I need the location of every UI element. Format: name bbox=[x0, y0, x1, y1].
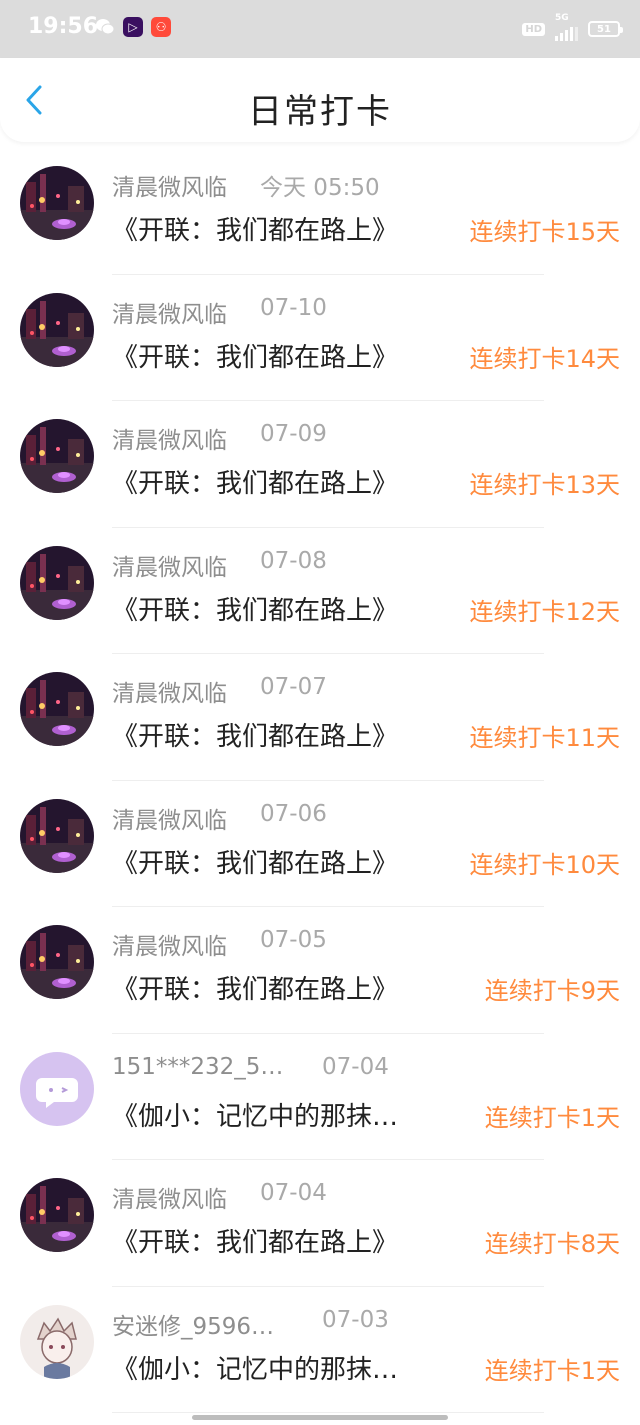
user-name: 清晨微风临 bbox=[112, 428, 227, 454]
book-title: 《开联：我们都在路上》 bbox=[112, 848, 399, 879]
user-name: 清晨微风临 bbox=[112, 807, 227, 834]
checkin-time: 07-06 bbox=[260, 800, 327, 827]
network-label: 5G bbox=[555, 13, 569, 23]
streak-label: 连续打卡1天 bbox=[484, 1103, 620, 1132]
checkin-time: 07-10 bbox=[260, 294, 327, 321]
checkin-row[interactable]: 安迷修_9596… 07-03 《伽小：记忆中的那抹… 连续打卡1天 bbox=[0, 1287, 640, 1413]
streak-label: 连续打卡15天 bbox=[469, 218, 620, 246]
user-avatar[interactable] bbox=[20, 545, 94, 620]
status-bar: 19:56 ▷ ⚇ HD 5G 51 bbox=[0, 0, 640, 58]
user-avatar[interactable] bbox=[20, 925, 94, 999]
book-title: 《开联：我们都在路上》 bbox=[112, 342, 399, 373]
row-divider bbox=[112, 1412, 544, 1413]
video-app-icon: ▷ bbox=[123, 17, 143, 37]
checkin-time: 07-04 bbox=[260, 1180, 327, 1206]
checkin-time: 今天 05:50 bbox=[260, 175, 380, 201]
battery-level: 51 bbox=[597, 23, 611, 35]
checkin-row[interactable]: 清晨微风临 今天 05:50 《开联：我们都在路上》 连续打卡15天 bbox=[0, 148, 640, 275]
checkin-time: 07-03 bbox=[322, 1306, 389, 1333]
user-name: 清晨微风临 bbox=[112, 175, 227, 201]
checkin-time: 07-07 bbox=[260, 674, 327, 700]
status-time: 19:56 bbox=[28, 14, 99, 39]
status-app-icons: ▷ ⚇ bbox=[95, 17, 171, 37]
wechat-icon bbox=[95, 17, 115, 37]
user-name: 清晨微风临 bbox=[112, 554, 227, 581]
book-title: 《伽小：记忆中的那抹… bbox=[112, 1354, 399, 1385]
book-title: 《开联：我们都在路上》 bbox=[112, 469, 399, 499]
book-title: 《开联：我们都在路上》 bbox=[112, 216, 399, 246]
hd-badge: HD bbox=[522, 22, 545, 36]
streak-label: 连续打卡9天 bbox=[484, 977, 620, 1005]
streak-label: 连续打卡14天 bbox=[469, 344, 620, 373]
checkin-row[interactable]: 151***232_5… 07-04 《伽小：记忆中的那抹… 连续打卡1天 bbox=[0, 1034, 640, 1160]
streak-label: 连续打卡13天 bbox=[469, 471, 620, 499]
checkin-list: 清晨微风临 今天 05:50 《开联：我们都在路上》 连续打卡15天 清晨微风临 07-1… bbox=[0, 148, 640, 1413]
book-title: 《开联：我们都在路上》 bbox=[112, 1228, 399, 1258]
checkin-row[interactable]: 清晨微风临 07-10 《开联：我们都在路上》 连续打卡14天 bbox=[0, 275, 640, 401]
user-name: 清晨微风临 bbox=[112, 1187, 227, 1213]
streak-label: 连续打卡10天 bbox=[469, 850, 620, 879]
streak-label: 连续打卡12天 bbox=[469, 597, 620, 626]
user-name: 安迷修_9596… bbox=[112, 1313, 275, 1340]
user-avatar[interactable] bbox=[20, 166, 94, 240]
user-name: 151***232_5… bbox=[112, 1053, 284, 1080]
signal-icon: 5G bbox=[555, 13, 578, 41]
user-avatar[interactable] bbox=[20, 798, 94, 873]
user-name: 清晨微风临 bbox=[112, 681, 227, 707]
book-title: 《开联：我们都在路上》 bbox=[112, 595, 399, 626]
checkin-row[interactable]: 清晨微风临 07-05 《开联：我们都在路上》 连续打卡9天 bbox=[0, 907, 640, 1034]
page-title: 日常打卡 bbox=[248, 92, 392, 132]
checkin-time: 07-05 bbox=[260, 927, 327, 953]
streak-label: 连续打卡11天 bbox=[469, 724, 620, 752]
home-indicator[interactable] bbox=[192, 1415, 448, 1420]
checkin-row[interactable]: 清晨微风临 07-06 《开联：我们都在路上》 连续打卡10天 bbox=[0, 781, 640, 907]
streak-label: 连续打卡8天 bbox=[484, 1230, 620, 1258]
streak-label: 连续打卡1天 bbox=[484, 1356, 620, 1385]
checkin-row[interactable]: 清晨微风临 07-04 《开联：我们都在路上》 连续打卡8天 bbox=[0, 1160, 640, 1287]
header: 日常打卡 bbox=[0, 58, 640, 142]
status-indicators: HD 5G 51 bbox=[522, 13, 623, 41]
checkin-time: 07-09 bbox=[260, 421, 327, 447]
checkin-row[interactable]: 清晨微风临 07-09 《开联：我们都在路上》 连续打卡13天 bbox=[0, 401, 640, 528]
user-avatar[interactable] bbox=[20, 1178, 94, 1252]
user-avatar[interactable] bbox=[20, 1304, 94, 1379]
book-title: 《伽小：记忆中的那抹… bbox=[112, 1101, 399, 1132]
checkin-time: 07-04 bbox=[322, 1053, 389, 1080]
checkin-row[interactable]: 清晨微风临 07-07 《开联：我们都在路上》 连续打卡11天 bbox=[0, 654, 640, 781]
book-title: 《开联：我们都在路上》 bbox=[112, 722, 399, 752]
user-name: 清晨微风临 bbox=[112, 934, 227, 960]
checkin-time: 07-08 bbox=[260, 547, 327, 574]
checkin-row[interactable]: 清晨微风临 07-08 《开联：我们都在路上》 连续打卡12天 bbox=[0, 528, 640, 654]
user-avatar[interactable] bbox=[20, 672, 94, 746]
user-name: 清晨微风临 bbox=[112, 301, 227, 328]
kuaishou-app-icon: ⚇ bbox=[151, 17, 171, 37]
user-avatar[interactable] bbox=[20, 292, 94, 367]
user-avatar[interactable] bbox=[20, 419, 94, 493]
user-avatar[interactable] bbox=[20, 1051, 94, 1126]
book-title: 《开联：我们都在路上》 bbox=[112, 975, 399, 1005]
battery-icon: 51 bbox=[588, 21, 623, 37]
